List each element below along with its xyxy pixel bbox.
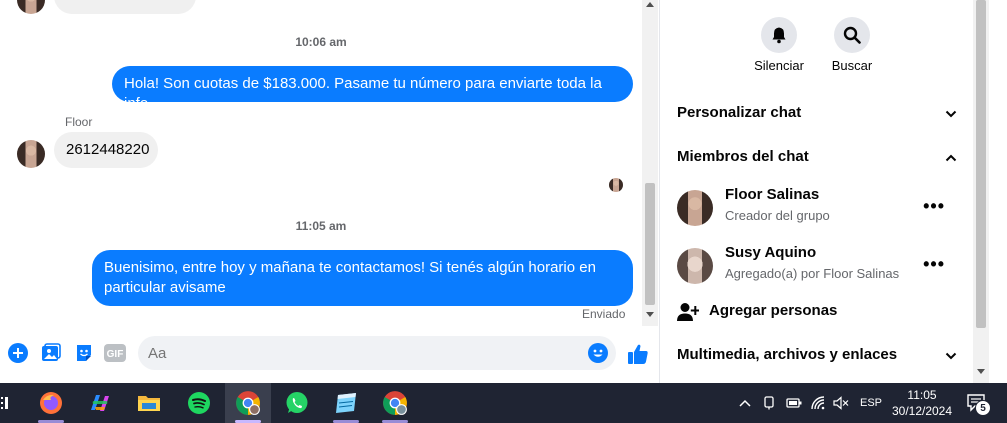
delivery-status: Enviado: [582, 307, 626, 321]
scroll-down-arrow-icon[interactable]: [977, 369, 985, 374]
device-icon[interactable]: [760, 383, 778, 423]
scrollbar-thumb[interactable]: [645, 183, 655, 305]
sticker-icon[interactable]: [74, 343, 94, 363]
wifi-icon[interactable]: [810, 383, 828, 423]
whatsapp-icon[interactable]: [274, 383, 320, 423]
clock-date: 30/12/2024: [891, 404, 953, 418]
search-icon: [843, 26, 861, 44]
scroll-up-arrow-icon[interactable]: [646, 2, 654, 7]
chat-pane: 10:06 am Hola! Son cuotas de $183.000. P…: [0, 0, 660, 383]
add-person-icon: [677, 303, 699, 321]
read-receipt-avatar: [609, 178, 623, 192]
chevron-down-icon: [945, 110, 957, 118]
like-icon[interactable]: [626, 342, 650, 366]
gif-icon[interactable]: GIF: [104, 343, 126, 363]
member-name: Floor Salinas: [725, 186, 820, 203]
media-files-links-section[interactable]: Multimedia, archivos y enlaces: [677, 346, 961, 370]
svg-text:GIF: GIF: [107, 349, 124, 360]
sender-name: Floor: [65, 115, 93, 129]
chevron-down-icon: [945, 352, 957, 360]
scroll-down-arrow-icon[interactable]: [646, 312, 654, 317]
member-name: Susy Aquino: [725, 244, 817, 261]
chevron-up-icon: [945, 154, 957, 162]
info-panel-scrollbar[interactable]: [973, 0, 989, 383]
notification-badge: 5: [975, 400, 991, 416]
avatar: [677, 248, 713, 284]
chrome-profile-icon[interactable]: [372, 383, 418, 423]
timestamp: 11:05 am: [295, 219, 347, 233]
message-list: 10:06 am Hola! Son cuotas de $183.000. P…: [0, 0, 642, 326]
chevron-up-icon[interactable]: [736, 383, 754, 423]
emoji-icon[interactable]: [588, 343, 608, 363]
mute-button[interactable]: [761, 17, 797, 53]
timestamp: 10:06 am: [295, 35, 347, 49]
avatar: [677, 190, 713, 226]
section-label: Multimedia, archivos y enlaces: [677, 346, 898, 363]
more-options-icon[interactable]: •••: [923, 254, 945, 275]
member-role: Creador del grupo: [725, 208, 830, 223]
file-explorer-icon[interactable]: [126, 383, 172, 423]
member-row[interactable]: Floor Salinas Creador del grupo •••: [677, 186, 961, 230]
plus-icon[interactable]: [8, 343, 28, 363]
clock[interactable]: 11:05 30/12/2024: [888, 387, 956, 419]
language-indicator[interactable]: ESP: [857, 383, 885, 423]
composer: GIF: [0, 330, 660, 376]
chrome-icon[interactable]: [225, 383, 271, 423]
message-input-box[interactable]: [138, 336, 616, 370]
scrollbar-thumb[interactable]: [976, 0, 986, 328]
message-line: particular avisame: [104, 279, 226, 296]
member-row[interactable]: Susy Aquino Agregado(a) por Floor Salina…: [677, 244, 961, 288]
chat-members-section[interactable]: Miembros del chat: [677, 148, 961, 172]
more-options-icon[interactable]: •••: [923, 196, 945, 217]
gallery-icon[interactable]: [41, 343, 61, 363]
notes-icon[interactable]: [323, 383, 369, 423]
notifications-icon[interactable]: 5: [962, 383, 992, 423]
member-role: Agregado(a) por Floor Salinas: [725, 266, 900, 281]
message-bubble-outgoing[interactable]: Hola! Son cuotas de $183.000. Pasame tu …: [112, 66, 633, 112]
section-label: Personalizar chat: [677, 104, 802, 121]
battery-icon[interactable]: [784, 383, 804, 423]
search-label: Buscar: [831, 58, 873, 73]
message-input[interactable]: [138, 336, 568, 370]
window-edge: [989, 0, 1007, 383]
spotify-icon[interactable]: [176, 383, 222, 423]
copilot-icon[interactable]: [77, 383, 123, 423]
customize-chat-section[interactable]: Personalizar chat: [677, 104, 961, 128]
section-label: Miembros del chat: [677, 148, 809, 165]
bell-icon: [772, 27, 786, 44]
avatar: [17, 140, 45, 168]
message-bubble-incoming[interactable]: 2612448220: [54, 132, 158, 168]
clock-time: 11:05: [907, 388, 937, 402]
message-line: Buenisimo, entre hoy y mañana te contact…: [104, 259, 596, 276]
add-people-label: Agregar personas: [709, 302, 838, 319]
task-view-icon[interactable]: [0, 383, 10, 423]
taskbar: ESP 11:05 30/12/2024 5: [0, 383, 1007, 423]
chat-scrollbar[interactable]: [642, 0, 658, 326]
search-button[interactable]: [834, 17, 870, 53]
avatar: [17, 0, 45, 14]
mute-label: Silenciar: [754, 58, 804, 73]
add-people-button[interactable]: Agregar personas: [677, 300, 961, 324]
firefox-icon[interactable]: [28, 383, 74, 423]
chat-info-panel: Silenciar Buscar Personalizar chat Miemb…: [661, 0, 973, 383]
message-bubble-outgoing[interactable]: Buenisimo, entre hoy y mañana te contact…: [92, 250, 633, 306]
volume-muted-icon[interactable]: [832, 383, 850, 423]
message-bubble-incoming-partial: [54, 0, 196, 14]
